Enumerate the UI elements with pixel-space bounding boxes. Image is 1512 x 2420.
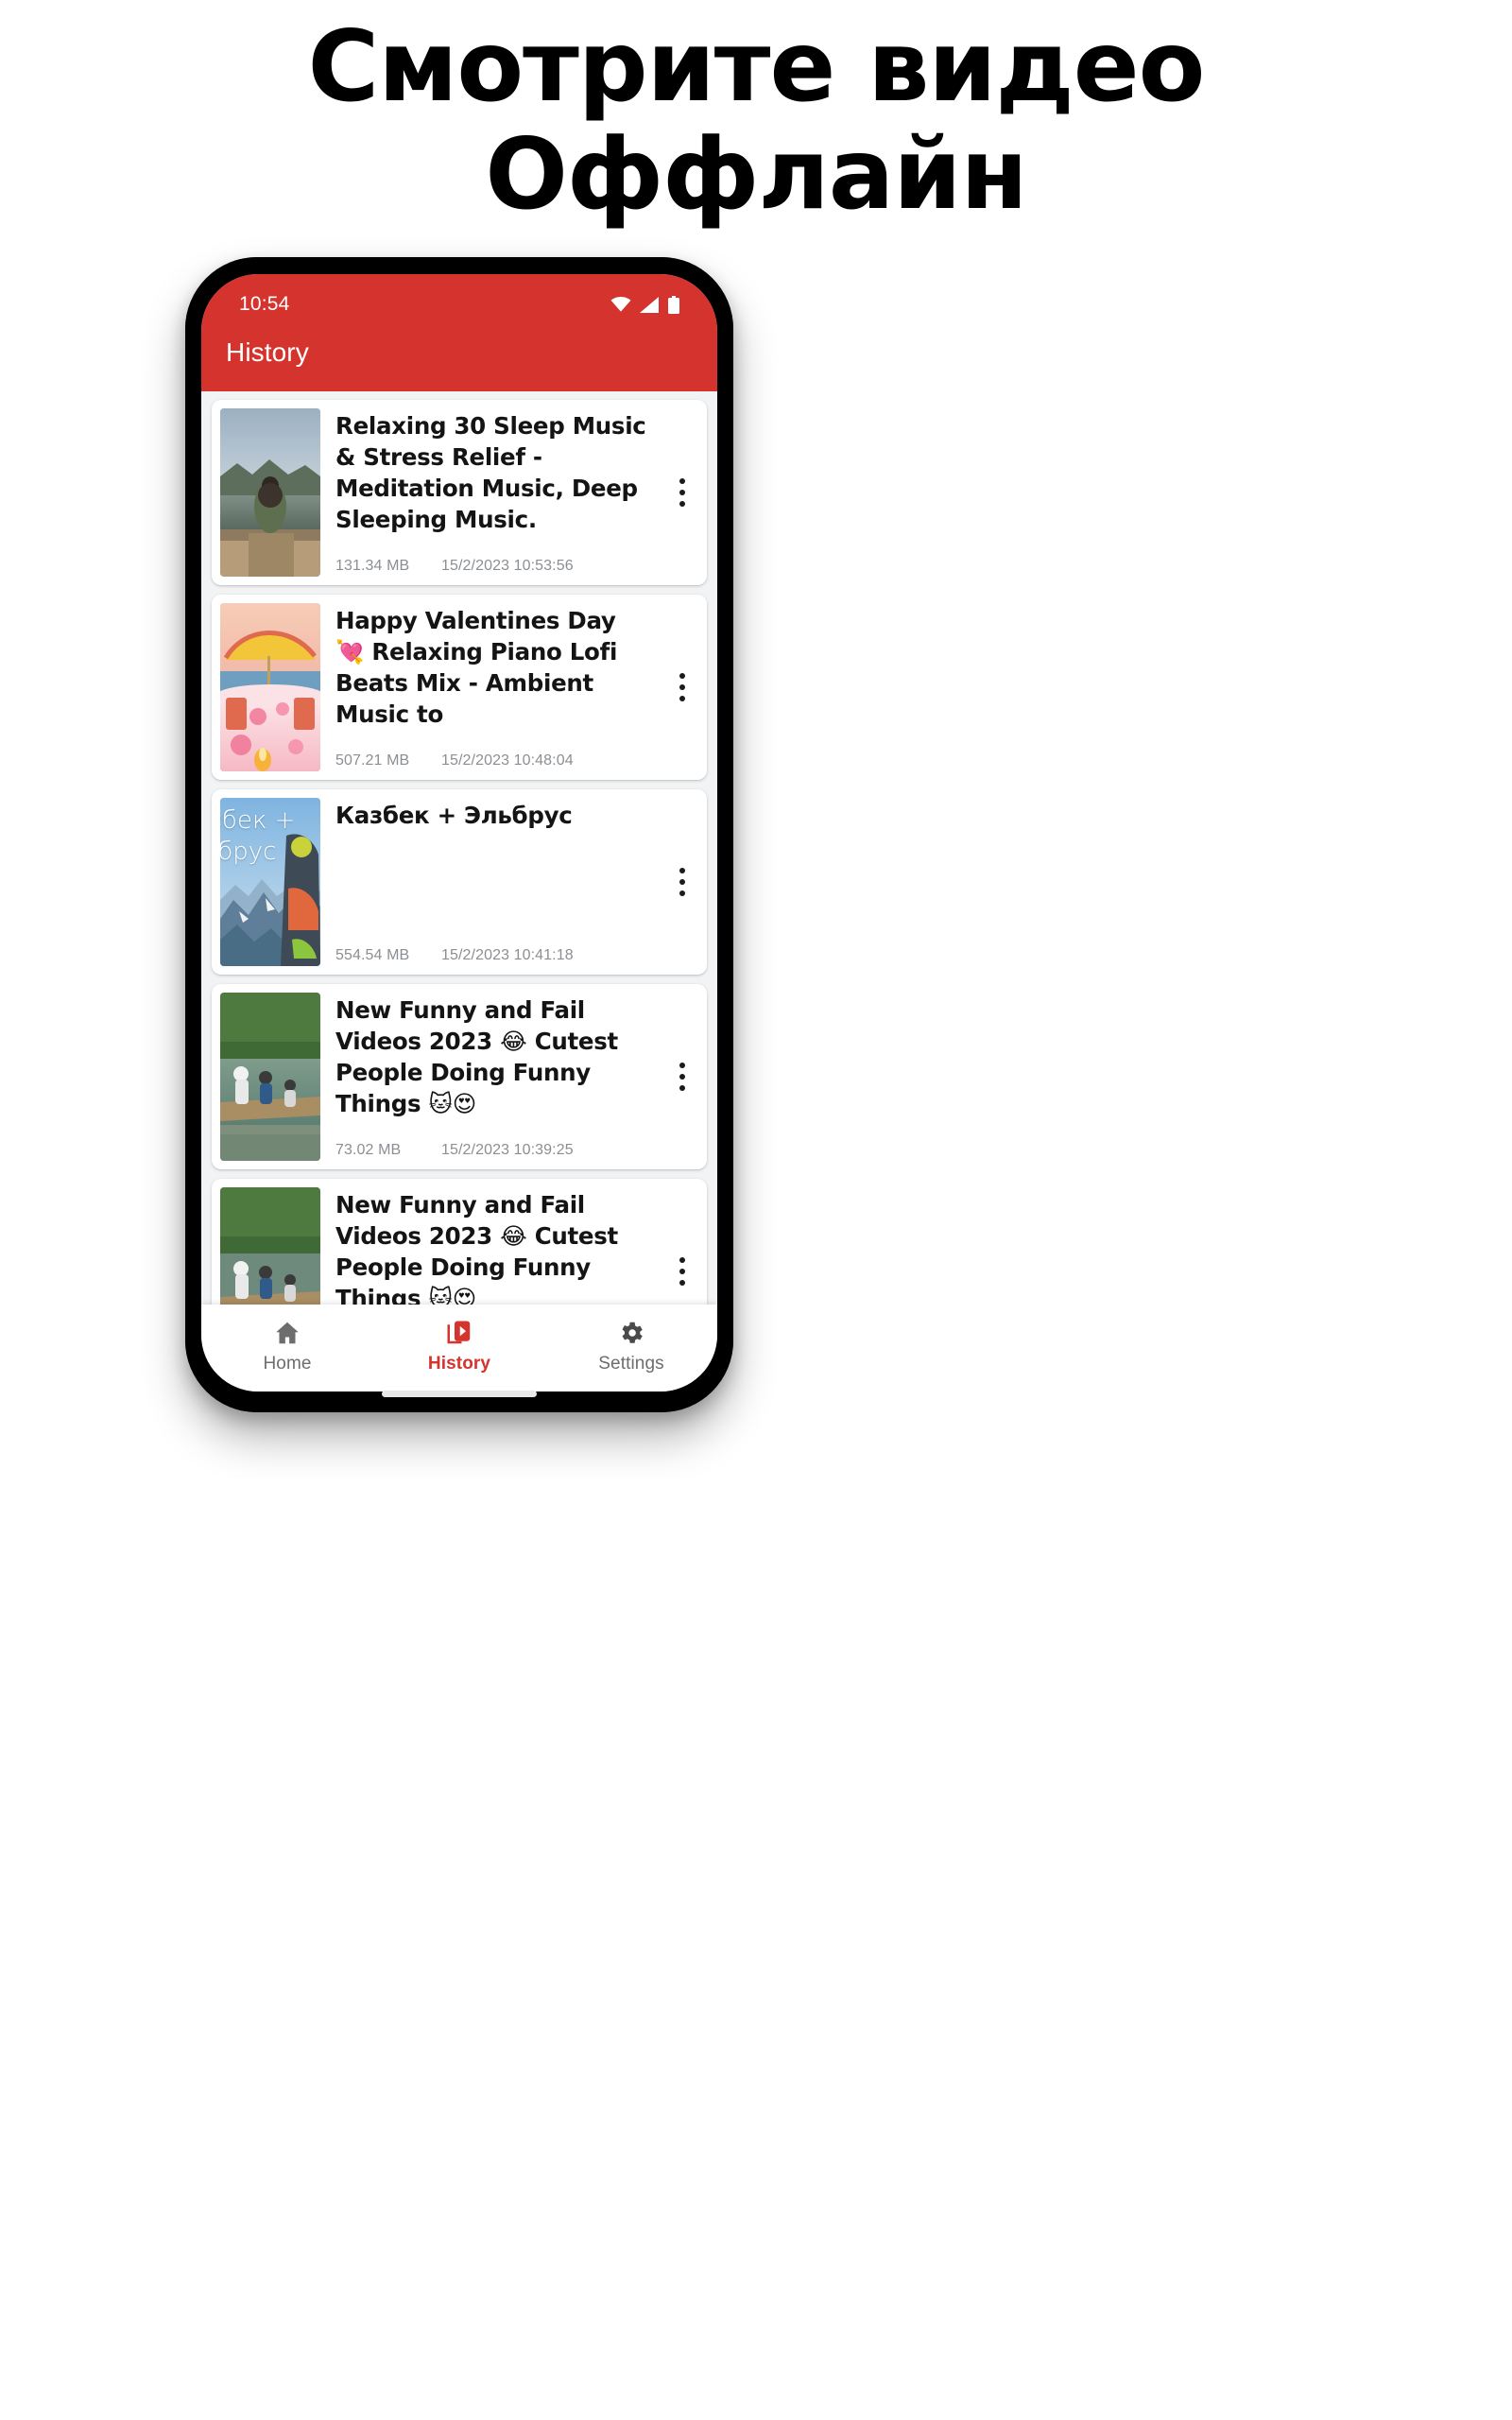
video-title: Relaxing 30 Sleep Music & Stress Relief … bbox=[335, 412, 646, 533]
headline-line-1: Смотрите видео bbox=[307, 10, 1206, 124]
screenshot-root: Смотрите видео Оффлайн 10:54 History Rel… bbox=[0, 0, 1512, 2420]
file-size: 131.34 MB bbox=[335, 558, 410, 574]
file-size: 507.21 MB bbox=[335, 752, 410, 769]
video-thumbnail[interactable] bbox=[220, 1187, 320, 1305]
nav-label-home: Home bbox=[263, 1353, 312, 1374]
app-bar: History bbox=[201, 325, 717, 391]
list-item[interactable]: Relaxing 30 Sleep Music & Stress Relief … bbox=[212, 400, 707, 585]
status-icons bbox=[610, 295, 679, 314]
video-title: Happy Valentines Day 💘 Relaxing Piano Lo… bbox=[335, 607, 618, 728]
list-item-body: Казбек + Эльбрус 554.54 MB 15/2/2023 10:… bbox=[320, 798, 698, 966]
download-date: 15/2/2023 10:53:56 bbox=[441, 558, 574, 574]
video-meta: 131.34 MB 15/2/2023 10:53:56 bbox=[335, 558, 698, 577]
video-title: New Funny and Fail Videos 2023 😂 Cutest … bbox=[335, 1191, 618, 1305]
status-bar: 10:54 bbox=[201, 274, 717, 325]
video-title: Казбек + Эльбрус bbox=[335, 802, 573, 829]
list-item[interactable]: New Funny and Fail Videos 2023 😂 Cutest … bbox=[212, 984, 707, 1169]
thumbnail-overlay-line-2: ьбрус bbox=[220, 838, 277, 866]
nav-item-settings[interactable]: Settings bbox=[545, 1319, 717, 1374]
video-meta: 554.54 MB 15/2/2023 10:41:18 bbox=[335, 947, 698, 966]
video-thumbnail[interactable] bbox=[220, 603, 320, 771]
download-date: 15/2/2023 10:48:04 bbox=[441, 752, 574, 769]
phone-frame: 10:54 History Relaxing 30 Sleep Music & … bbox=[185, 257, 733, 1412]
more-options-icon[interactable] bbox=[670, 474, 695, 511]
battery-icon bbox=[668, 295, 679, 314]
app-header: 10:54 History bbox=[201, 274, 717, 391]
list-item[interactable]: New Funny and Fail Videos 2023 😂 Cutest … bbox=[212, 1179, 707, 1305]
file-size: 554.54 MB bbox=[335, 947, 410, 963]
headline-line-2: Оффлайн bbox=[485, 118, 1027, 232]
file-size: 73.02 MB bbox=[335, 1142, 402, 1158]
home-indicator bbox=[382, 1391, 537, 1397]
wifi-icon bbox=[610, 297, 631, 312]
phone-screen: 10:54 History Relaxing 30 Sleep Music & … bbox=[201, 274, 717, 1392]
page-title: History bbox=[226, 337, 309, 367]
thumbnail-overlay-text: збек + ьбрус bbox=[220, 805, 320, 868]
video-thumbnail[interactable] bbox=[220, 993, 320, 1161]
video-thumbnail[interactable] bbox=[220, 408, 320, 577]
nav-label-history: History bbox=[427, 1353, 491, 1374]
video-meta: 73.02 MB 15/2/2023 10:39:25 bbox=[335, 1142, 698, 1161]
list-item-body: New Funny and Fail Videos 2023 😂 Cutest … bbox=[320, 993, 698, 1161]
status-time: 10:54 bbox=[239, 293, 290, 315]
video-title: New Funny and Fail Videos 2023 😂 Cutest … bbox=[335, 996, 618, 1117]
more-options-icon[interactable] bbox=[670, 1058, 695, 1096]
gear-icon bbox=[617, 1319, 645, 1347]
home-icon bbox=[273, 1319, 301, 1347]
list-item-body: Relaxing 30 Sleep Music & Stress Relief … bbox=[320, 408, 698, 577]
more-options-icon[interactable] bbox=[670, 668, 695, 706]
list-item[interactable]: Happy Valentines Day 💘 Relaxing Piano Lo… bbox=[212, 595, 707, 780]
video-meta: 507.21 MB 15/2/2023 10:48:04 bbox=[335, 752, 698, 771]
nav-label-settings: Settings bbox=[598, 1353, 664, 1374]
history-list[interactable]: Relaxing 30 Sleep Music & Stress Relief … bbox=[201, 391, 717, 1305]
list-item-body: Happy Valentines Day 💘 Relaxing Piano Lo… bbox=[320, 603, 698, 771]
more-options-icon[interactable] bbox=[670, 1253, 695, 1290]
list-item-body: New Funny and Fail Videos 2023 😂 Cutest … bbox=[320, 1187, 698, 1305]
nav-item-home[interactable]: Home bbox=[201, 1319, 373, 1374]
list-item[interactable]: збек + ьбрус Казбек + Эльбрус 554.54 MB … bbox=[212, 789, 707, 975]
more-options-icon[interactable] bbox=[670, 863, 695, 901]
download-date: 15/2/2023 10:41:18 bbox=[441, 947, 574, 963]
thumbnail-overlay-line-1: збек + bbox=[220, 806, 296, 835]
download-date: 15/2/2023 10:39:25 bbox=[441, 1142, 574, 1158]
promo-headline: Смотрите видео Оффлайн bbox=[0, 13, 1512, 229]
signal-icon bbox=[640, 296, 660, 313]
bottom-navigation: Home History Settings bbox=[201, 1305, 717, 1392]
video-thumbnail[interactable]: збек + ьбрус bbox=[220, 798, 320, 966]
history-video-icon bbox=[445, 1319, 473, 1347]
nav-item-history[interactable]: History bbox=[373, 1319, 545, 1374]
